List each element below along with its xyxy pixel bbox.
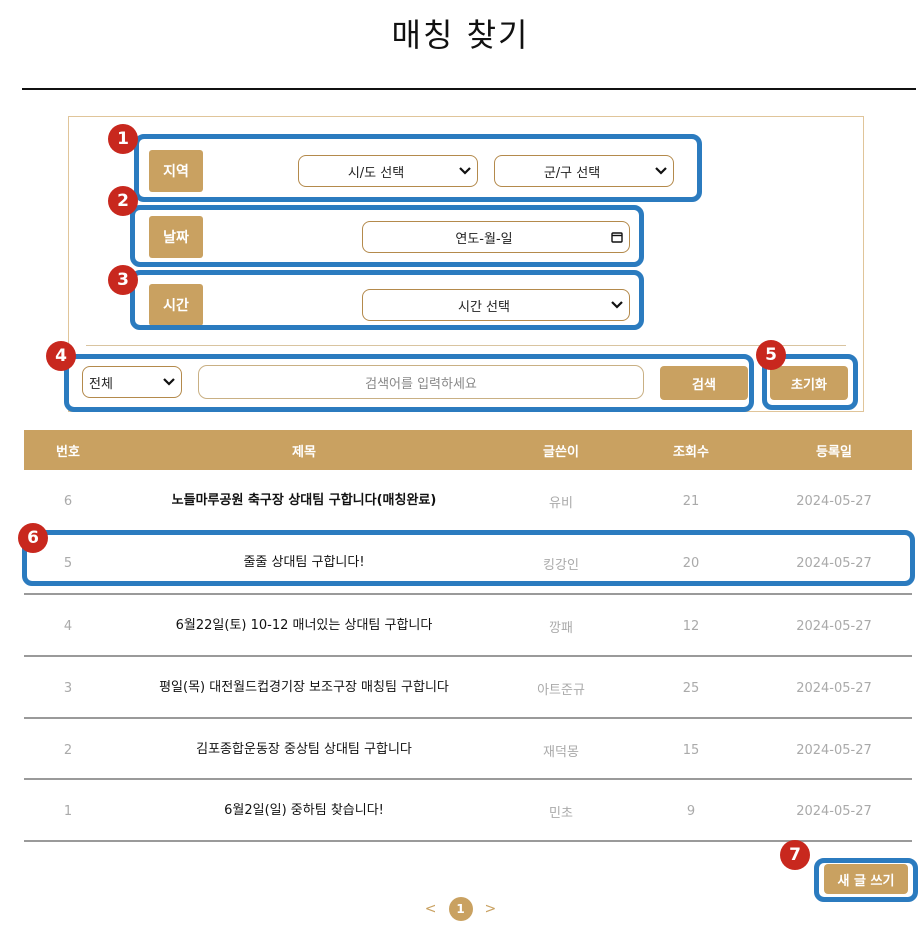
search-input-placeholder: 검색어를 입력하세요: [365, 376, 477, 392]
filter-divider: [86, 345, 846, 346]
header-author: 글쓴이: [543, 444, 579, 460]
row-divider: [24, 840, 912, 842]
district-select-value: 군/구 선택: [543, 165, 601, 181]
chevron-down-icon: [649, 156, 673, 186]
header-date: 등록일: [816, 444, 852, 460]
table-row[interactable]: 4 6월22일(토) 10-12 매너있는 상대팀 구합니다 깡패 12 202…: [24, 595, 912, 657]
page-1-button[interactable]: 1: [448, 897, 473, 921]
row-number: 3: [63, 680, 73, 696]
row-title-link[interactable]: 평일(목) 대전월드컵경기장 보조구장 매칭팀 구합니다: [132, 657, 476, 719]
reset-button[interactable]: 초기화: [770, 366, 848, 400]
row-number: 2: [63, 742, 73, 758]
district-select[interactable]: 군/구 선택: [494, 155, 674, 187]
search-scope-select[interactable]: 전체: [82, 366, 182, 398]
time-select-value: 시간 선택: [458, 299, 510, 315]
chevron-down-icon: [453, 156, 477, 186]
time-label: 시간: [149, 284, 203, 326]
annotation-badge: 1: [108, 124, 138, 154]
annotation-badge: 4: [46, 341, 76, 371]
province-select-value: 시/도 선택: [347, 165, 405, 181]
row-date: 2024-05-27: [796, 680, 872, 696]
search-button[interactable]: 검색: [660, 366, 748, 400]
table-header: 번호 제목 글쓴이 조회수 등록일: [24, 430, 912, 470]
title-divider: [22, 88, 916, 90]
date-input[interactable]: 연도-월-일: [362, 221, 630, 253]
header-views: 조회수: [673, 444, 709, 460]
region-label: 지역: [149, 150, 203, 192]
row-views: 21: [682, 493, 700, 509]
annotation-badge: 2: [108, 186, 138, 216]
row-date: 2024-05-27: [796, 493, 872, 509]
row-date: 2024-05-27: [796, 803, 872, 819]
calendar-icon[interactable]: [605, 231, 629, 243]
row-views: 25: [682, 680, 700, 696]
prev-page-button[interactable]: <: [425, 901, 437, 917]
row-author: 킹강인: [543, 557, 579, 573]
chevron-down-icon: [157, 367, 181, 397]
row-title-link[interactable]: 6월2일(일) 중하팀 찾습니다!: [112, 780, 496, 842]
row-views: 15: [682, 742, 700, 758]
province-select[interactable]: 시/도 선택: [298, 155, 478, 187]
search-input[interactable]: 검색어를 입력하세요: [198, 365, 644, 399]
row-title-link[interactable]: 6월22일(토) 10-12 매너있는 상대팀 구합니다: [112, 595, 496, 657]
table-row[interactable]: 3 평일(목) 대전월드컵경기장 보조구장 매칭팀 구합니다 아트준규 25 2…: [24, 657, 912, 719]
date-label: 날짜: [149, 216, 203, 258]
annotation-badge: 5: [756, 340, 786, 370]
row-title-link[interactable]: 김포종합운동장 중상팀 상대팀 구합니다: [112, 719, 496, 781]
date-input-value: 연도-월-일: [455, 231, 513, 247]
row-number: 1: [63, 803, 73, 819]
time-select[interactable]: 시간 선택: [362, 289, 630, 321]
row-views: 12: [682, 618, 700, 634]
row-date: 2024-05-27: [796, 742, 872, 758]
row-title-link[interactable]: 줄줄 상대팀 구합니다!: [112, 532, 496, 594]
row-views: 20: [682, 555, 700, 571]
row-author: 재덕몽: [543, 744, 579, 760]
row-date: 2024-05-27: [796, 618, 872, 634]
row-views: 9: [686, 803, 696, 819]
table-row[interactable]: 2 김포종합운동장 중상팀 상대팀 구합니다 재덕몽 15 2024-05-27: [24, 719, 912, 781]
chevron-down-icon: [605, 290, 629, 320]
next-page-button[interactable]: >: [485, 901, 497, 917]
row-author: 아트준규: [537, 682, 585, 698]
table-row[interactable]: 1 6월2일(일) 중하팀 찾습니다! 민초 9 2024-05-27: [24, 780, 912, 842]
table-row[interactable]: 5 줄줄 상대팀 구합니다! 킹강인 20 2024-05-27: [24, 532, 912, 594]
row-title-link[interactable]: 노들마루공원 축구장 상대팀 구합니다(매칭완료): [112, 470, 496, 532]
new-post-button[interactable]: 새 글 쓰기: [824, 864, 908, 894]
page-title: 매칭 찾기: [391, 16, 530, 54]
row-author: 민초: [549, 805, 573, 821]
row-author: 깡패: [549, 620, 573, 636]
row-author: 유비: [549, 495, 573, 511]
annotation-badge: 3: [108, 265, 138, 295]
pagination: < 1 >: [0, 897, 921, 921]
annotation-badge: 6: [18, 523, 48, 553]
row-number: 4: [63, 618, 73, 634]
table-row[interactable]: 6 노들마루공원 축구장 상대팀 구합니다(매칭완료) 유비 21 2024-0…: [24, 470, 912, 532]
search-scope-value: 전체: [89, 376, 113, 392]
row-date: 2024-05-27: [796, 555, 872, 571]
header-number: 번호: [56, 444, 80, 460]
header-title: 제목: [292, 444, 316, 460]
annotation-badge: 7: [780, 840, 810, 870]
